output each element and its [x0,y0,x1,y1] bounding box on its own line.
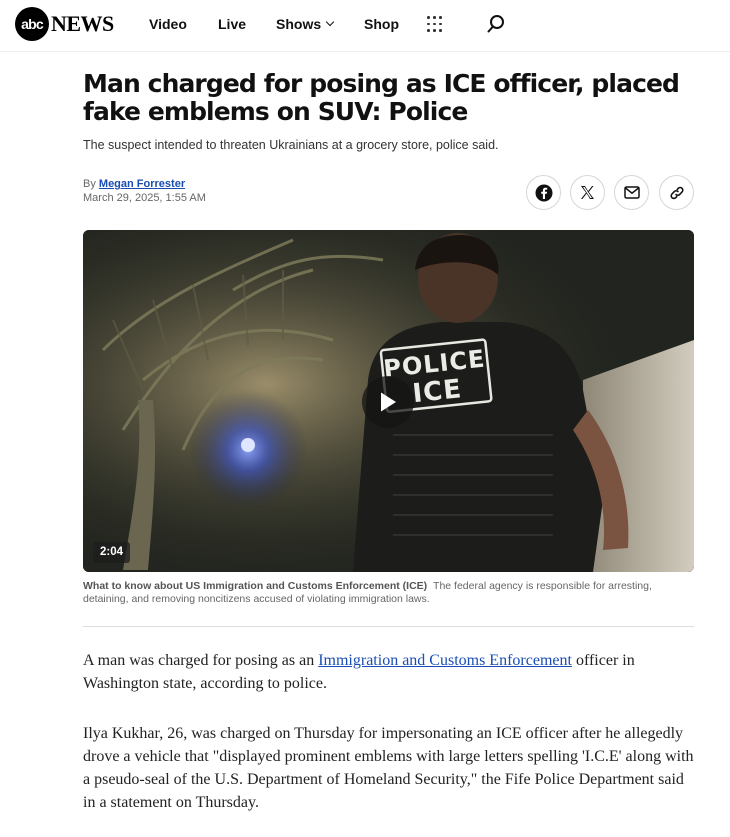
video-caption: What to know about US Immigration and Cu… [83,580,694,606]
copy-link-button[interactable] [659,175,694,210]
byline-prefix: By [83,178,99,190]
share-facebook-button[interactable] [526,175,561,210]
publish-date: March 29, 2025, 1:55 AM [83,192,206,204]
abc-logo-circle: abc [15,7,49,41]
ice-link[interactable]: Immigration and Customs Enforcement [318,652,572,669]
divider [83,626,694,627]
search-icon[interactable] [486,14,506,34]
nav-shop[interactable]: Shop [364,0,399,48]
nav-live[interactable]: Live [218,0,246,48]
author-link[interactable]: Megan Forrester [99,178,185,190]
site-header: abc NEWS Video Live Shows Shop [0,0,730,52]
nav-shows[interactable]: Shows [276,0,335,48]
share-email-button[interactable] [614,175,649,210]
play-icon [381,392,396,412]
mail-icon [623,186,640,199]
news-wordmark: NEWS [51,11,114,36]
article-headline: Man charged for posing as ICE officer, p… [83,69,680,126]
article-paragraph-2: Ilya Kukhar, 26, was charged on Thursday… [83,725,694,811]
nav-shows-label: Shows [276,16,322,32]
byline: By Megan Forrester [83,178,185,190]
share-x-button[interactable] [570,175,605,210]
vest-ice-text: ICE [411,374,463,409]
link-icon [669,186,684,199]
caption-title: What to know about US Immigration and Cu… [83,580,428,592]
article-paragraph: A man was charged for posing as an Immig… [83,649,698,695]
video-duration: 2:04 [93,542,131,563]
chevron-down-icon [325,17,335,27]
nav-video[interactable]: Video [149,0,187,48]
abc-news-logo[interactable]: abc NEWS [15,6,114,42]
facebook-icon [535,184,552,201]
x-icon [581,186,594,199]
grid-menu-icon[interactable] [427,16,443,32]
play-button[interactable] [362,376,414,428]
article-subhead: The suspect intended to threaten Ukraini… [83,138,499,152]
p1-text-before: A man was charged for posing as an [83,652,319,669]
